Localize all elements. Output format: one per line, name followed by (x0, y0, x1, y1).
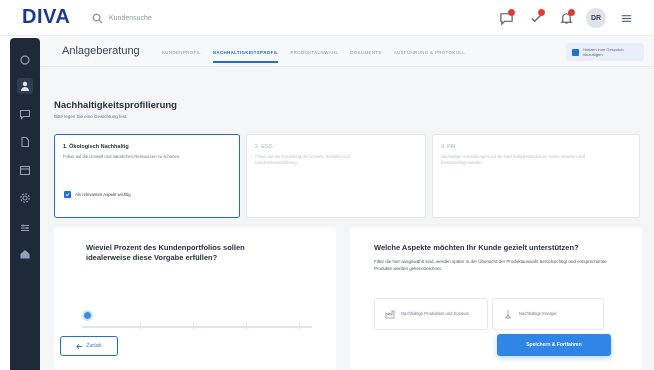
option-description: Nachteilige Auswirkungen auf die Nachhal… (441, 154, 586, 165)
energy-icon (505, 310, 511, 319)
tab-ausfuehrung[interactable]: Ausführung & Protokoll (394, 37, 465, 67)
percentage-slider-handle[interactable] (82, 310, 93, 321)
aspects-question: Welche Aspekte möchten Ihr Kunde gezielt… (374, 243, 579, 252)
note-icon (572, 48, 579, 56)
sidebar (10, 38, 40, 370)
aspects-description: Filter die hier ausgewählt sind, werden … (374, 259, 607, 271)
slider-tick (193, 322, 194, 330)
check-icon (65, 192, 70, 197)
home-icon (20, 250, 30, 259)
aspect-option-production[interactable]: Nachhaltige Produktion und Konsum (374, 298, 488, 330)
aspect-label: Nachhaltige Produktion und Konsum (401, 311, 469, 317)
save-continue-button[interactable]: Speichern & Fortfahren (497, 334, 611, 356)
percentage-slider-track[interactable] (82, 326, 312, 328)
checkbox-checked[interactable] (64, 191, 71, 198)
checkbox-label: Als relevanten Aspekt wichtig (75, 192, 131, 197)
search-icon (92, 13, 103, 24)
notification-dot (538, 9, 545, 16)
page-title: Anlageberatung (62, 45, 140, 57)
note-label: Notizen zum Gespräch hinzufügen (583, 47, 624, 57)
aspect-option-energy[interactable]: Nachhaltige Energie (492, 298, 604, 330)
back-label: Zurück (86, 343, 102, 349)
slider-tick (299, 322, 300, 330)
notifications-button[interactable] (556, 8, 576, 28)
app-logo[interactable]: DIVA (22, 6, 70, 29)
notification-dot (568, 9, 575, 16)
tab-produktauswahl[interactable]: Produktauswahl (290, 37, 338, 67)
slider-tick (140, 322, 141, 330)
option-description: Fokus auf die Einhaltung der Umwelt, Soz… (255, 154, 350, 165)
section-title: Nachhaltigkeitsprofilierung (54, 100, 177, 111)
aspect-label: Nachhaltige Energie (519, 311, 557, 317)
document-icon (21, 136, 30, 148)
top-bar: DIVA Kundensuche DR (0, 0, 654, 36)
option-title: 3. PAI (441, 144, 456, 150)
hamburger-icon (621, 14, 631, 22)
search-box[interactable]: Kundensuche (92, 10, 202, 26)
relevance-checkbox[interactable]: Als relevanten Aspekt wichtig (64, 191, 131, 198)
menu-button[interactable] (616, 8, 636, 28)
sliders-icon (21, 224, 29, 232)
factory-icon (385, 310, 395, 319)
option-title: 1. Ökologisch Nachhaltig (63, 144, 129, 150)
top-actions: DR (496, 8, 636, 28)
process-tabs: Kundenprofil Nachhaltigkeitsprofil Produ… (162, 37, 465, 67)
messages-button[interactable] (496, 8, 516, 28)
avatar[interactable]: DR (586, 8, 606, 28)
sidebar-item-settings[interactable] (17, 190, 33, 206)
tab-nachhaltigkeitsprofil[interactable]: Nachhaltigkeitsprofil (212, 37, 279, 67)
sidebar-item-filters[interactable] (17, 220, 33, 236)
option-card-pai[interactable]: 3. PAI Nachteilige Auswirkungen auf die … (432, 134, 640, 218)
sidebar-item-customers[interactable] (17, 78, 33, 94)
sidebar-item-chat[interactable] (17, 106, 33, 122)
option-description: Fokus auf die Umwelt und natürlichen Res… (63, 154, 181, 159)
notification-dot (508, 9, 515, 16)
dashboard-icon (20, 55, 30, 65)
gear-icon (20, 193, 30, 203)
sidebar-item-home[interactable] (17, 246, 33, 262)
slider-tick (246, 322, 247, 330)
calendar-icon (19, 165, 31, 176)
section-subtitle: Bitte legen Sie eine Gewichtung fest. (54, 114, 128, 119)
arrow-left-icon (76, 343, 83, 349)
user-icon (21, 81, 29, 91)
option-title: 2. ESG (255, 144, 273, 150)
tasks-button[interactable] (526, 8, 546, 28)
sidebar-item-documents[interactable] (17, 134, 33, 150)
back-button[interactable]: Zurück (60, 336, 118, 356)
sidebar-item-dashboard[interactable] (17, 52, 33, 68)
option-card-esg[interactable]: 2. ESG Fokus auf die Einhaltung der Umwe… (246, 134, 426, 218)
tab-dokumente[interactable]: Dokumente (350, 37, 381, 67)
add-note-button[interactable]: Notizen zum Gespräch hinzufügen (566, 43, 644, 61)
tab-kundenprofil[interactable]: Kundenprofil (162, 37, 201, 67)
search-placeholder: Kundensuche (109, 14, 152, 22)
portfolio-question: Wieviel Prozent des Kundenportfolios sol… (86, 243, 245, 262)
sidebar-item-calendar[interactable] (17, 162, 33, 178)
chat-icon (19, 109, 31, 120)
process-header: Anlageberatung Kundenprofil Nachhaltigke… (40, 37, 654, 67)
option-card-oekologisch[interactable]: 1. Ökologisch Nachhaltig Fokus auf die U… (54, 134, 240, 218)
